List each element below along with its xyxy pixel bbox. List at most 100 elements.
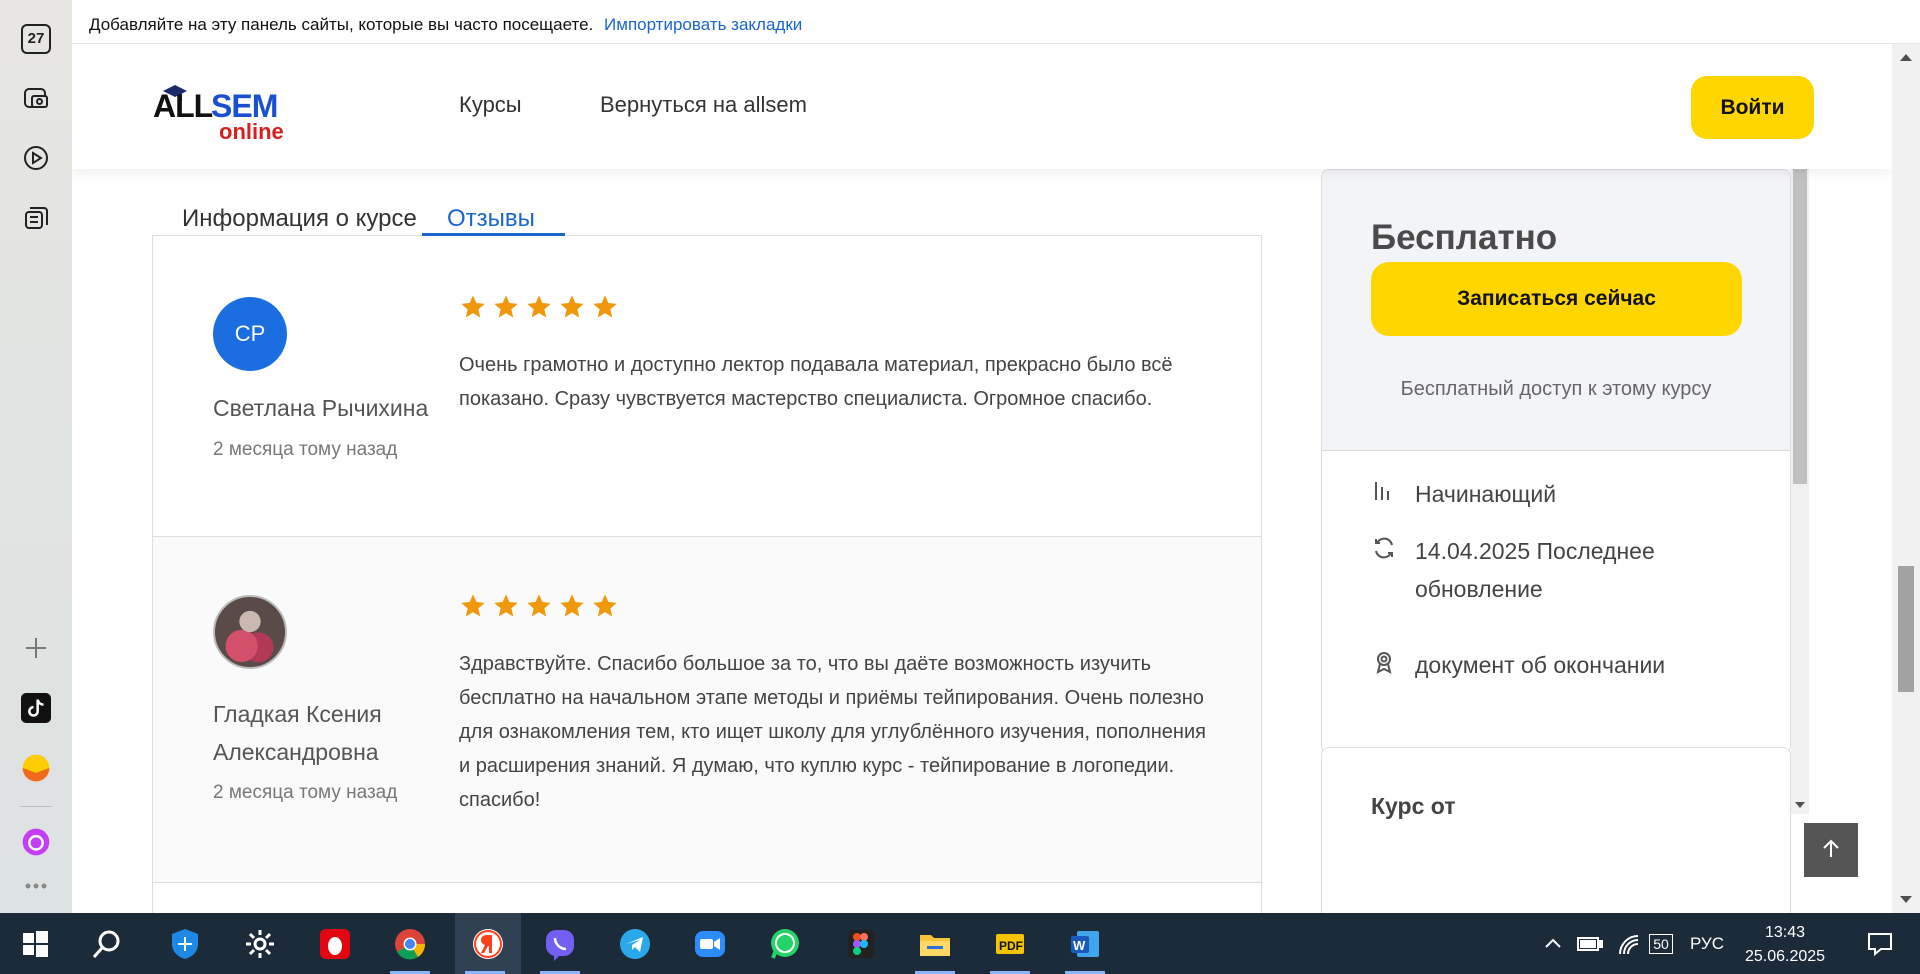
sidebar-divider xyxy=(20,806,52,807)
browser-side-panel: 27 xyxy=(0,0,72,913)
nav-back-to-allsem-link[interactable]: Вернуться на allsem xyxy=(600,92,807,118)
refresh-icon xyxy=(1375,537,1393,559)
language-indicator[interactable]: РУС xyxy=(1682,913,1732,974)
battery-level-badge[interactable]: 50 xyxy=(1646,913,1676,974)
allsem-logo[interactable]: ALL SEM online xyxy=(153,81,293,144)
feature-level: Начинающий xyxy=(1371,475,1785,513)
video-play-icon[interactable] xyxy=(16,138,56,178)
scroll-up-arrow-icon[interactable] xyxy=(1900,54,1912,61)
tiktok-icon[interactable] xyxy=(16,688,56,728)
viber-icon[interactable] xyxy=(530,913,590,974)
course-tabs: Информация о курсе Отзывы xyxy=(152,169,1262,236)
feature-certificate: документ об окончании xyxy=(1371,646,1785,684)
reviewer-name: Светлана Рычихина xyxy=(213,395,429,421)
tab-course-info[interactable]: Информация о курсе xyxy=(182,169,417,236)
avatar xyxy=(213,595,287,669)
star-icon xyxy=(461,594,485,617)
file-explorer-icon[interactable] xyxy=(905,913,965,974)
avatar: СР xyxy=(213,297,287,371)
nav-courses-link[interactable]: Курсы xyxy=(459,92,522,118)
star-icon xyxy=(560,594,584,617)
card-scrollbar-thumb[interactable] xyxy=(1793,169,1807,484)
review-item: СР Светлана Рычихина 2 месяца тому назад… xyxy=(153,235,1261,537)
windows-taskbar: PDF W 50 РУС 13:43 25.06.2025 xyxy=(0,913,1920,974)
yandex-mail-icon[interactable] xyxy=(16,748,56,788)
svg-text:PDF: PDF xyxy=(999,939,1023,953)
star-icon xyxy=(593,295,617,318)
login-button[interactable]: Войти xyxy=(1691,76,1814,139)
star-rating xyxy=(459,293,619,321)
windows-start-icon[interactable] xyxy=(5,913,65,974)
search-icon[interactable] xyxy=(77,913,137,974)
system-clock[interactable]: 13:43 25.06.2025 xyxy=(1735,921,1835,969)
site-header: ALL SEM online Курсы Вернуться на allsem… xyxy=(72,44,1892,169)
arrow-up-icon xyxy=(1823,839,1839,857)
scroll-down-arrow-icon[interactable] xyxy=(1795,802,1805,808)
whatsapp-icon[interactable] xyxy=(755,913,815,974)
star-icon xyxy=(461,295,485,318)
page-scrollbar-thumb[interactable] xyxy=(1898,566,1914,692)
review-text: Здравствуйте. Спасибо большое за то, что… xyxy=(459,653,1206,811)
feature-updated-text: 14.04.2025 Последнее обновление xyxy=(1415,538,1655,602)
feature-updated: 14.04.2025 Последнее обновление xyxy=(1371,532,1785,608)
notifications-icon[interactable] xyxy=(1855,913,1905,974)
tray-chevron-up-icon[interactable] xyxy=(1538,913,1568,974)
course-price: Бесплатно xyxy=(1371,218,1558,257)
word-icon[interactable]: W xyxy=(1055,913,1115,974)
calendar-badge[interactable]: 27 xyxy=(21,24,51,54)
defender-icon[interactable] xyxy=(155,913,215,974)
star-rating xyxy=(459,592,619,620)
figma-icon[interactable] xyxy=(830,913,890,974)
clock-time: 13:43 xyxy=(1764,924,1806,941)
zoom-icon[interactable] xyxy=(680,913,740,974)
card-scrollbar[interactable] xyxy=(1791,169,1809,814)
enroll-now-button[interactable]: Записаться сейчас xyxy=(1371,262,1742,336)
collections-icon[interactable] xyxy=(16,198,56,238)
back-to-top-button[interactable] xyxy=(1804,823,1858,877)
page-viewport: ALL SEM online Курсы Вернуться на allsem… xyxy=(72,44,1892,913)
certificate-icon xyxy=(1376,652,1392,674)
clock-date: 25.06.2025 xyxy=(1744,948,1826,965)
scroll-down-arrow-icon[interactable] xyxy=(1900,896,1912,903)
star-icon xyxy=(527,295,551,318)
author-card-title: Курс от xyxy=(1371,793,1456,819)
tab-reviews[interactable]: Отзывы xyxy=(422,169,565,236)
more-dots-icon[interactable] xyxy=(16,866,56,906)
bookmarks-message: Добавляйте на эту панель сайты, которые … xyxy=(89,15,594,34)
review-date: 2 месяца тому назад xyxy=(213,439,398,460)
feature-level-text: Начинающий xyxy=(1415,481,1557,507)
import-bookmarks-link[interactable]: Импортировать закладки xyxy=(604,15,802,34)
reviews-list: СР Светлана Рычихина 2 месяца тому назад… xyxy=(152,235,1262,913)
svg-text:online: online xyxy=(219,119,284,141)
star-icon xyxy=(494,295,518,318)
review-date: 2 месяца тому назад xyxy=(213,782,398,803)
bookmarks-bar: Добавляйте на эту панель сайты, которые … xyxy=(72,0,1920,44)
star-icon xyxy=(494,594,518,617)
chrome-icon[interactable] xyxy=(380,913,440,974)
star-icon xyxy=(527,594,551,617)
pdf-icon[interactable]: PDF xyxy=(980,913,1040,974)
screenshot-camera-icon[interactable] xyxy=(16,78,56,118)
price-section: Бесплатно Записаться сейчас Бесплатный д… xyxy=(1322,170,1790,451)
yandex-browser-icon[interactable] xyxy=(455,913,521,974)
alice-assistant-icon[interactable] xyxy=(16,822,56,862)
course-author-card: Курс от xyxy=(1321,747,1791,913)
star-icon xyxy=(560,295,584,318)
wifi-icon[interactable] xyxy=(1612,913,1646,974)
course-price-card: Бесплатно Записаться сейчас Бесплатный д… xyxy=(1321,169,1791,754)
settings-icon[interactable] xyxy=(230,913,290,974)
add-panel-icon[interactable] xyxy=(16,628,56,668)
level-bars-icon xyxy=(1375,482,1389,500)
svg-text:W: W xyxy=(1073,938,1086,953)
reviewer-name: Гладкая Ксения Александровна xyxy=(213,701,382,765)
feature-certificate-text: документ об окончании xyxy=(1415,652,1666,678)
telegram-icon[interactable] xyxy=(605,913,665,974)
svg-text:ALL: ALL xyxy=(153,88,213,124)
battery-icon[interactable] xyxy=(1573,913,1607,974)
review-item: Гладкая Ксения Александровна 2 месяца то… xyxy=(153,537,1261,883)
star-icon xyxy=(593,594,617,617)
page-scrollbar[interactable] xyxy=(1892,44,1920,913)
battery-level-text: 50 xyxy=(1649,933,1673,954)
mts-icon[interactable] xyxy=(305,913,365,974)
free-access-note: Бесплатный доступ к этому курсу xyxy=(1400,378,1712,400)
